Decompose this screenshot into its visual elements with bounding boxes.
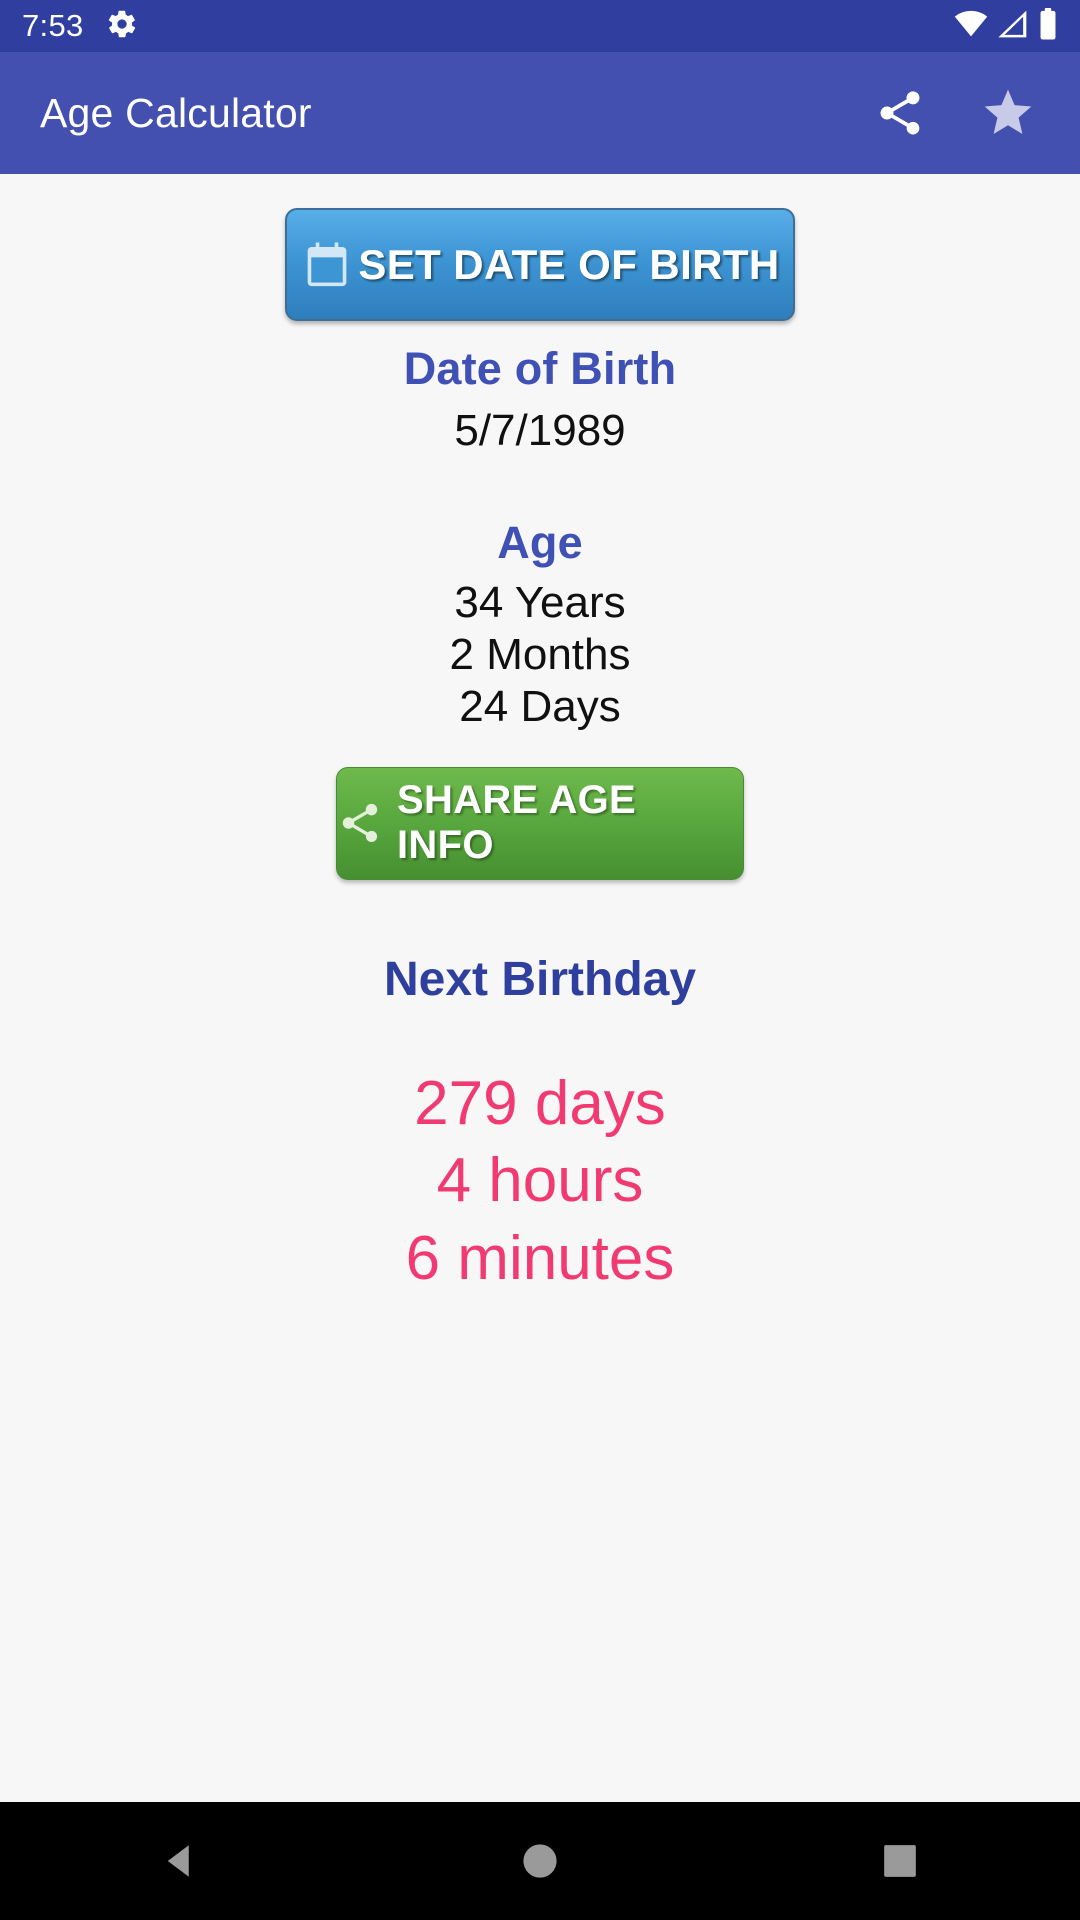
date-of-birth-value: 5/7/1989 xyxy=(454,406,626,455)
next-birthday-countdown: 279 days 4 hours 6 minutes xyxy=(406,1065,675,1298)
cell-signal-icon xyxy=(997,9,1029,44)
share-icon[interactable] xyxy=(868,81,932,145)
set-date-of-birth-label: SET DATE OF BIRTH xyxy=(358,240,780,288)
status-bar: 7:53 xyxy=(0,0,1080,52)
share-icon xyxy=(337,800,383,846)
gear-icon xyxy=(106,8,138,45)
app-bar: Age Calculator xyxy=(0,52,1080,174)
recents-square-icon[interactable] xyxy=(840,1802,960,1920)
next-birthday-minutes: 6 minutes xyxy=(405,1223,675,1293)
battery-icon xyxy=(1038,7,1058,45)
date-of-birth-heading: Date of Birth xyxy=(403,343,677,394)
app-title: Age Calculator xyxy=(40,89,312,136)
share-age-info-button[interactable]: SHARE AGE INFO xyxy=(336,766,744,880)
age-days: 24 Days xyxy=(459,681,621,731)
age-values: 34 Years 2 Months 24 Days xyxy=(450,577,631,733)
next-birthday-heading: Next Birthday xyxy=(383,952,697,1006)
main-content: SET DATE OF BIRTH Date of Birth 5/7/1989… xyxy=(0,174,1080,1802)
age-years: 34 Years xyxy=(454,577,626,627)
age-months: 2 Months xyxy=(449,629,631,679)
calendar-icon xyxy=(300,238,354,292)
status-notification-icons xyxy=(106,8,138,45)
home-circle-icon[interactable] xyxy=(480,1802,600,1920)
age-heading: Age xyxy=(497,516,583,568)
set-date-of-birth-button[interactable]: SET DATE OF BIRTH xyxy=(285,208,795,321)
app-bar-actions xyxy=(868,81,1040,145)
star-icon[interactable] xyxy=(976,81,1040,145)
share-age-info-label: SHARE AGE INFO xyxy=(397,778,637,868)
next-birthday-hours: 4 hours xyxy=(436,1146,644,1216)
next-birthday-days: 279 days xyxy=(414,1068,666,1138)
status-clock: 7:53 xyxy=(22,8,84,43)
wifi-icon xyxy=(954,9,988,44)
status-system-icons xyxy=(954,7,1058,45)
back-triangle-icon[interactable] xyxy=(120,1802,240,1920)
system-navigation-bar xyxy=(0,1802,1080,1920)
app-screen: 7:53 Age Calculator SET DATE OF BIRTH Da… xyxy=(0,0,1080,1920)
